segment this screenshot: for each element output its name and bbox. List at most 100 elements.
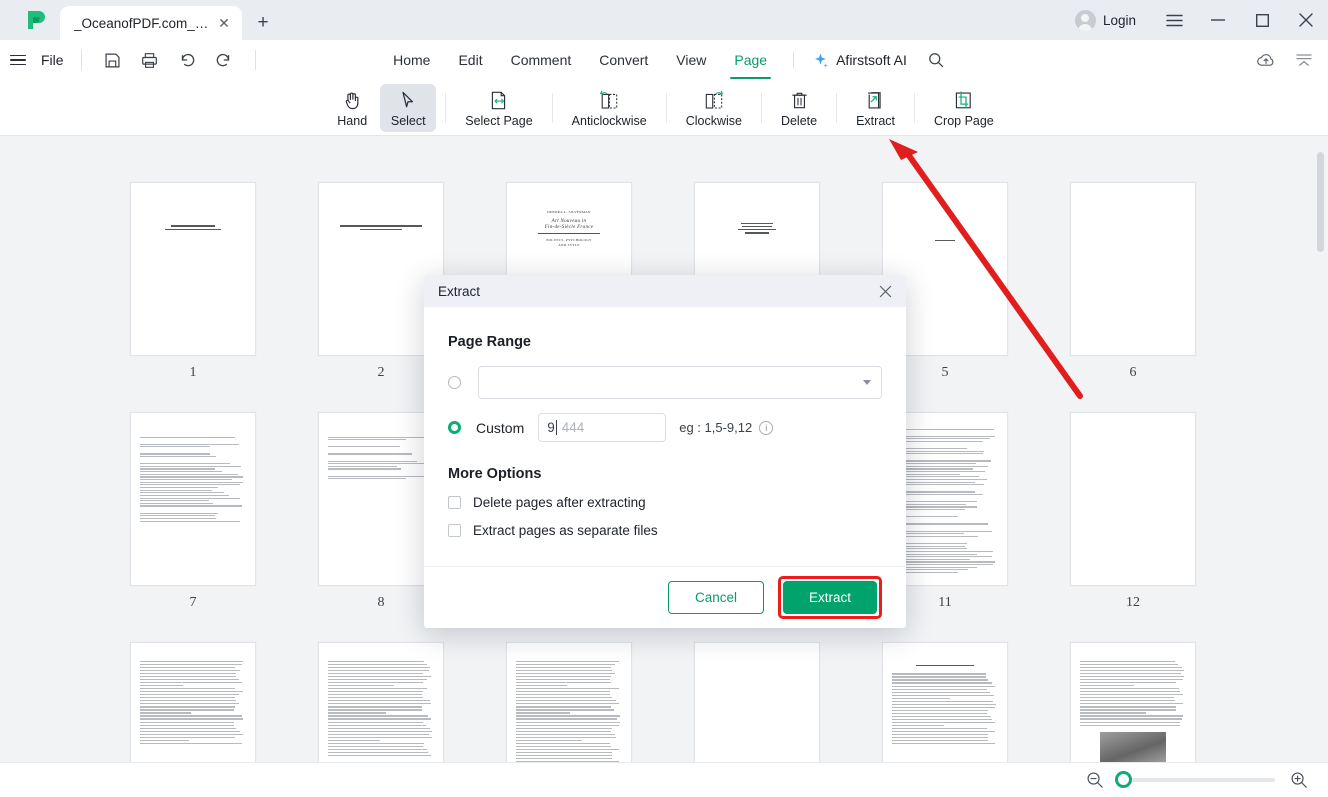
page-thumbnail[interactable]: [130, 642, 256, 762]
page-thumbnail[interactable]: [130, 412, 256, 586]
save-icon[interactable]: [99, 46, 127, 74]
thumbnail-spacer: [328, 456, 434, 459]
file-menu-label[interactable]: File: [41, 52, 64, 68]
preset-range-radio[interactable]: [448, 376, 461, 389]
preset-range-select[interactable]: [478, 366, 882, 399]
close-icon[interactable]: [874, 280, 896, 302]
page-thumbnail-cell[interactable]: 7: [99, 412, 287, 611]
zoom-slider[interactable]: [1115, 771, 1275, 788]
tool-hand[interactable]: Hand: [324, 84, 380, 132]
page-thumbnail[interactable]: [694, 642, 820, 762]
app-menu-icon[interactable]: [1152, 0, 1196, 40]
thumbnail-text-line: [328, 446, 401, 448]
zoom-in-icon[interactable]: [1288, 769, 1310, 791]
tab-page[interactable]: Page: [720, 46, 781, 79]
page-thumbnail[interactable]: [1070, 182, 1196, 356]
tool-clockwise[interactable]: Clockwise: [676, 84, 752, 132]
thumbnail-text-line: [328, 688, 427, 690]
vertical-scrollbar[interactable]: [1317, 152, 1324, 252]
thumbnail-text-line: [516, 709, 614, 711]
thumbnail-text-line: [892, 556, 992, 558]
cloud-upload-icon[interactable]: [1252, 46, 1280, 74]
thumbnail-text-line: [140, 721, 235, 723]
collapse-ribbon-icon[interactable]: [1290, 46, 1318, 74]
thumbnail-text-line: [516, 745, 612, 747]
thumbnail-title-line: DEBORA L. SILVERMAN: [547, 210, 591, 214]
page-thumbnail-cell[interactable]: 18: [1039, 642, 1227, 762]
thumbnail-text-line: [1080, 676, 1184, 678]
close-window-button[interactable]: [1284, 0, 1328, 40]
minimize-button[interactable]: [1196, 0, 1240, 40]
tab-edit[interactable]: Edit: [444, 46, 496, 74]
page-thumbnail-cell[interactable]: 14: [287, 642, 475, 762]
thumbnail-text-line: [140, 465, 241, 467]
custom-range-row[interactable]: Custom 9 444 eg : 1,5-9,12 i: [448, 413, 882, 442]
print-icon[interactable]: [136, 46, 164, 74]
page-thumbnail[interactable]: [1070, 642, 1196, 762]
tab-comment[interactable]: Comment: [497, 46, 586, 74]
redo-icon[interactable]: [210, 46, 238, 74]
page-thumbnail-cell[interactable]: 17: [851, 642, 1039, 762]
page-thumbnail-cell[interactable]: 1: [99, 182, 287, 381]
custom-range-radio[interactable]: [448, 421, 461, 434]
maximize-button[interactable]: [1240, 0, 1284, 40]
info-icon[interactable]: i: [759, 420, 774, 435]
thumbnail-text-line: [140, 517, 217, 520]
page-number-label: 1: [189, 365, 197, 380]
thumbnail-text-line: [892, 706, 995, 708]
page-thumbnail[interactable]: [318, 642, 444, 762]
page-thumbnail[interactable]: [882, 642, 1008, 762]
page-thumbnail-cell[interactable]: 13: [99, 642, 287, 762]
option-delete-pages-row[interactable]: Delete pages after extracting: [448, 495, 882, 510]
new-tab-button[interactable]: +: [248, 8, 278, 38]
document-tab[interactable]: _OceanofPDF.com_Art_... ✕: [60, 6, 242, 40]
tool-crop-page[interactable]: Crop Page: [924, 84, 1004, 132]
dialog-header: Extract: [424, 275, 906, 307]
thumbnail-title-line: AND STYLE: [558, 242, 580, 247]
login-button[interactable]: Login: [1074, 9, 1136, 31]
delete-pages-checkbox[interactable]: [448, 496, 461, 509]
thumbnail-text-line: [328, 439, 407, 441]
page-thumbnail[interactable]: [130, 182, 256, 356]
zoom-slider-knob[interactable]: [1115, 771, 1132, 788]
close-tab-icon[interactable]: ✕: [214, 13, 234, 33]
thumbnail-text-line: [1080, 703, 1183, 705]
thumbnail-text-line: [328, 748, 427, 750]
tab-convert[interactable]: Convert: [585, 46, 662, 74]
page-thumbnail-cell[interactable]: 12: [1039, 412, 1227, 611]
extract-dialog: Extract Page Range Custom 9 444 eg : 1,5…: [424, 275, 906, 628]
app-window: _OceanofPDF.com_Art_... ✕ + Login: [0, 0, 1328, 797]
page-thumbnail[interactable]: [506, 642, 632, 762]
tool-select-page[interactable]: Select Page: [455, 84, 542, 132]
tool-anticlockwise[interactable]: Anticlockwise: [562, 84, 657, 132]
tab-label: _OceanofPDF.com_Art_...: [74, 15, 214, 31]
page-thumbnail-cell[interactable]: 6: [1039, 182, 1227, 381]
search-icon[interactable]: [923, 47, 949, 73]
custom-range-input[interactable]: 9 444: [538, 413, 667, 442]
zoom-out-icon[interactable]: [1084, 769, 1106, 791]
extract-button[interactable]: Extract: [782, 581, 877, 614]
page-thumbnail-cell[interactable]: 16: [663, 642, 851, 762]
thumbnail-spacer: [892, 538, 998, 541]
thumbnail-text-line: [892, 709, 989, 711]
page-thumbnail[interactable]: [1070, 412, 1196, 586]
dialog-title: Extract: [438, 283, 481, 299]
main-menu-icon[interactable]: [10, 49, 32, 71]
undo-icon[interactable]: [173, 46, 201, 74]
page-number-label: 11: [938, 595, 952, 610]
tab-home[interactable]: Home: [379, 46, 444, 74]
tool-select[interactable]: Select: [380, 83, 437, 132]
cancel-button[interactable]: Cancel: [667, 581, 764, 614]
tool-delete[interactable]: Delete: [771, 84, 827, 132]
thumbnail-text-line: [140, 660, 243, 663]
thumbnail-text-line: [892, 718, 992, 720]
option-separate-files-row[interactable]: Extract pages as separate files: [448, 523, 882, 538]
file-group: File: [0, 46, 264, 74]
thumbnail-spacer: [140, 449, 246, 452]
page-thumbnail-cell[interactable]: 15: [475, 642, 663, 762]
tool-extract[interactable]: Extract: [846, 84, 905, 132]
tab-view[interactable]: View: [662, 46, 720, 74]
separate-files-checkbox[interactable]: [448, 524, 461, 537]
preset-range-row[interactable]: [448, 366, 882, 399]
afirstsoft-ai-button[interactable]: Afirstsoft AI: [806, 52, 913, 69]
